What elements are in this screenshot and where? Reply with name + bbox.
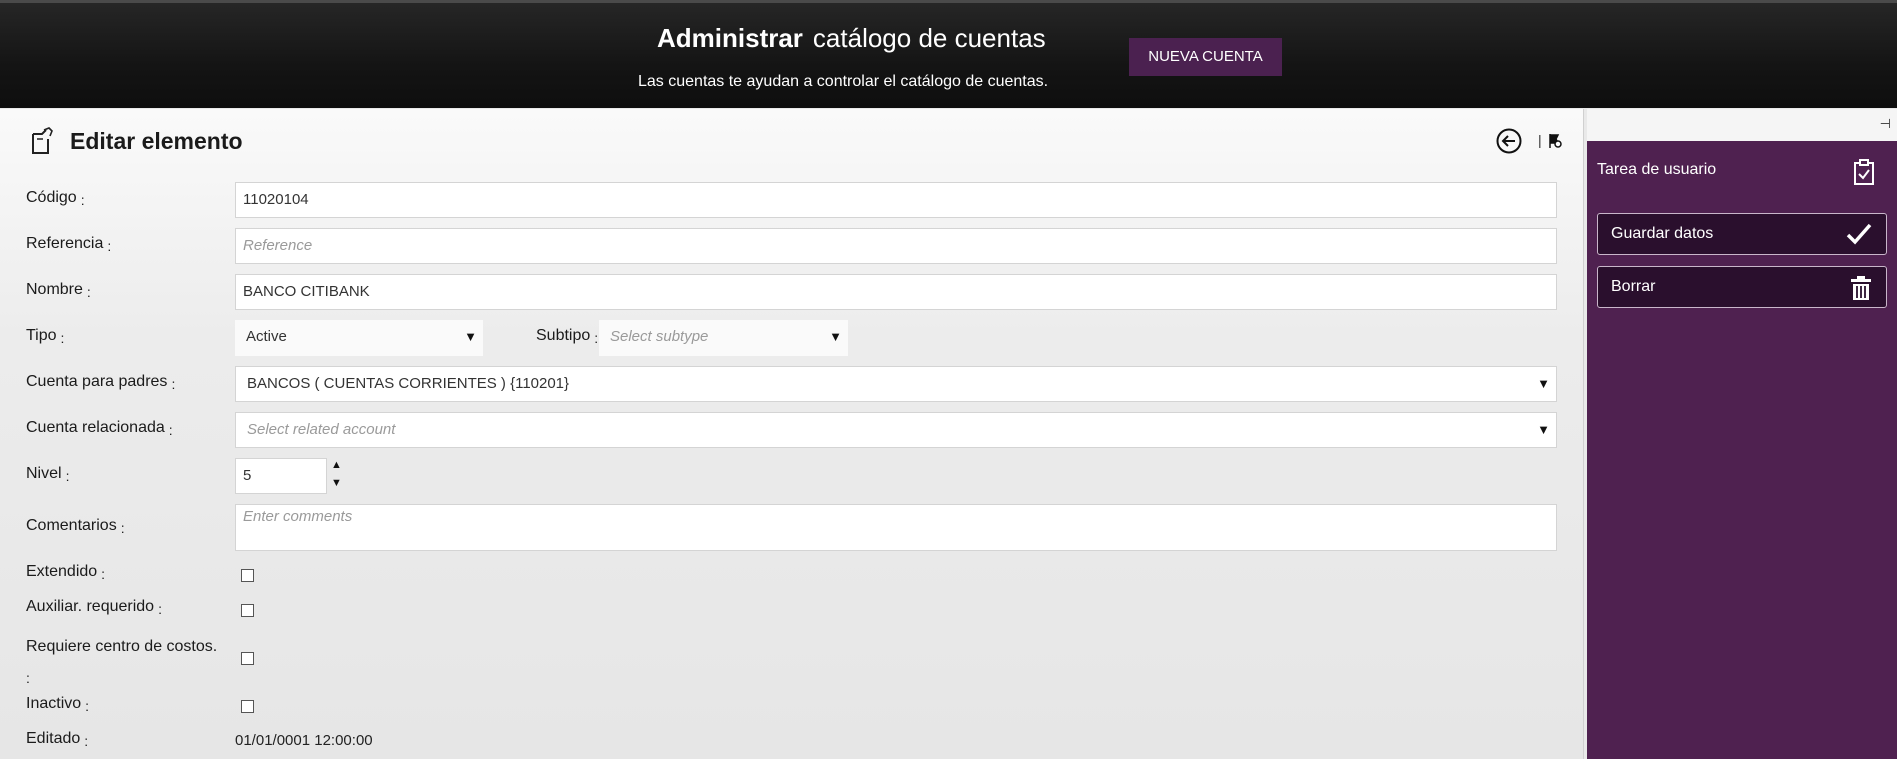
cuenta-padres-label-text: Cuenta para padres — [26, 373, 168, 390]
nombre-colon: : — [86, 284, 91, 300]
cuenta-padres-label: Cuenta para padres: — [26, 373, 176, 392]
header-title-bold: Administrar — [657, 23, 803, 53]
centro-costos-checkbox[interactable] — [241, 652, 254, 665]
codigo-label: Código: — [26, 189, 85, 208]
cuenta-relacionada-placeholder: Select related account — [247, 421, 396, 438]
referencia-label: Referencia: — [26, 235, 112, 254]
codigo-input[interactable]: 11020104 — [235, 182, 1557, 218]
cuenta-padres-select[interactable]: BANCOS ( CUENTAS CORRIENTES ) {110201} ▼ — [235, 366, 1557, 402]
referencia-input[interactable]: Reference — [235, 228, 1557, 264]
inactivo-label: Inactivo: — [26, 695, 90, 714]
centro-costos-colon: : — [26, 670, 30, 686]
cuenta-relacionada-colon: : — [168, 422, 173, 438]
back-arrow-icon[interactable] — [1496, 128, 1522, 154]
comentarios-colon: : — [120, 520, 125, 536]
editado-value: 01/01/0001 12:00:00 — [235, 732, 373, 749]
referencia-label-text: Referencia — [26, 235, 104, 252]
sidebar-top-bar: ⊣ — [1587, 109, 1897, 141]
editado-label-text: Editado — [26, 730, 81, 747]
referencia-colon: : — [107, 238, 112, 254]
cuenta-relacionada-select[interactable]: Select related account ▼ — [235, 412, 1557, 448]
page-header: Administrar catálogo de cuentas Las cuent… — [0, 0, 1897, 108]
inactivo-checkbox[interactable] — [241, 700, 254, 713]
comentarios-placeholder: Enter comments — [243, 508, 353, 525]
inactivo-label-text: Inactivo — [26, 695, 82, 712]
subtipo-placeholder: Select subtype — [610, 328, 709, 345]
tipo-dropdown-icon[interactable]: ▼ — [464, 320, 477, 354]
trash-icon — [1851, 276, 1871, 300]
extendido-label-text: Extendido — [26, 563, 98, 580]
cuenta-relacionada-dropdown-icon[interactable]: ▼ — [1537, 413, 1550, 447]
inactivo-colon: : — [85, 698, 90, 714]
sidebar-pin-icon[interactable]: ⊣ — [1880, 116, 1891, 132]
tipo-label: Tipo: — [26, 327, 65, 346]
comentarios-textarea[interactable]: Enter comments — [235, 504, 1557, 551]
nombre-label-text: Nombre — [26, 281, 83, 298]
checkmark-icon — [1846, 223, 1872, 245]
subtipo-select[interactable]: Select subtype ▼ — [599, 320, 848, 356]
editado-label: Editado: — [26, 730, 89, 749]
extendido-colon: : — [101, 566, 106, 582]
nombre-label: Nombre: — [26, 281, 91, 300]
cuenta-relacionada-label-text: Cuenta relacionada — [26, 419, 165, 436]
save-data-label: Guardar datos — [1611, 225, 1714, 242]
nivel-decrement-icon[interactable]: ▼ — [331, 474, 342, 492]
nombre-input[interactable]: BANCO CITIBANK — [235, 274, 1557, 310]
pin-icon[interactable] — [1547, 133, 1563, 149]
subtipo-label-text: Subtipo — [536, 327, 591, 344]
centro-costos-label: Requiere centro de costos.: — [26, 633, 217, 690]
header-subtitle: Las cuentas te ayudan a controlar el cat… — [638, 73, 1049, 90]
save-data-button[interactable]: Guardar datos — [1597, 213, 1887, 255]
auxiliar-checkbox[interactable] — [241, 604, 254, 617]
clipboard-check-icon — [1854, 159, 1874, 185]
extendido-checkbox[interactable] — [241, 569, 254, 582]
cuenta-padres-value: BANCOS ( CUENTAS CORRIENTES ) {110201} — [247, 375, 570, 392]
cuenta-relacionada-label: Cuenta relacionada: — [26, 419, 173, 438]
codigo-label-text: Código — [26, 189, 77, 206]
tipo-colon: : — [60, 330, 65, 346]
auxiliar-label-text: Auxiliar. requerido — [26, 598, 155, 615]
task-sidebar: ⊣ Tarea de usuario Guardar datos Borrar — [1587, 109, 1897, 759]
toolbar-separator: | — [1538, 132, 1542, 148]
header-title: Administrar catálogo de cuentas — [657, 23, 1046, 54]
delete-button[interactable]: Borrar — [1597, 266, 1887, 308]
nivel-label: Nivel: — [26, 465, 70, 484]
extendido-label: Extendido: — [26, 563, 106, 582]
comentarios-label-text: Comentarios — [26, 517, 117, 534]
header-title-rest: catálogo de cuentas — [812, 23, 1046, 53]
edit-form-panel: Editar elemento | Código: 11020104 Refer… — [0, 109, 1584, 759]
comentarios-label: Comentarios: — [26, 517, 125, 536]
nivel-label-text: Nivel — [26, 465, 62, 482]
auxiliar-colon: : — [158, 601, 162, 617]
new-account-button[interactable]: NUEVA CUENTA — [1129, 38, 1282, 76]
form-header: Editar elemento — [28, 126, 243, 156]
nivel-input[interactable]: 5 — [235, 458, 327, 494]
tipo-value: Active — [246, 328, 287, 345]
edit-document-icon — [32, 127, 53, 154]
editado-colon: : — [84, 733, 89, 749]
nivel-stepper[interactable]: ▲ ▼ — [331, 456, 342, 492]
cuenta-padres-dropdown-icon[interactable]: ▼ — [1537, 367, 1550, 401]
delete-label: Borrar — [1611, 278, 1656, 295]
subtipo-colon: : — [594, 330, 599, 346]
cuenta-padres-colon: : — [171, 376, 176, 392]
subtipo-dropdown-icon[interactable]: ▼ — [829, 320, 842, 354]
subtipo-label: Subtipo: — [536, 327, 599, 346]
tipo-select[interactable]: Active ▼ — [235, 320, 483, 356]
form-title: Editar elemento — [70, 127, 243, 154]
nivel-increment-icon[interactable]: ▲ — [331, 456, 342, 474]
auxiliar-label: Auxiliar. requerido: — [26, 598, 162, 617]
centro-costos-label-text: Requiere centro de costos. — [26, 638, 218, 655]
nivel-colon: : — [65, 468, 70, 484]
codigo-colon: : — [80, 192, 85, 208]
task-label: Tarea de usuario — [1597, 161, 1717, 178]
tipo-label-text: Tipo — [26, 327, 57, 344]
referencia-placeholder: Reference — [243, 237, 313, 254]
